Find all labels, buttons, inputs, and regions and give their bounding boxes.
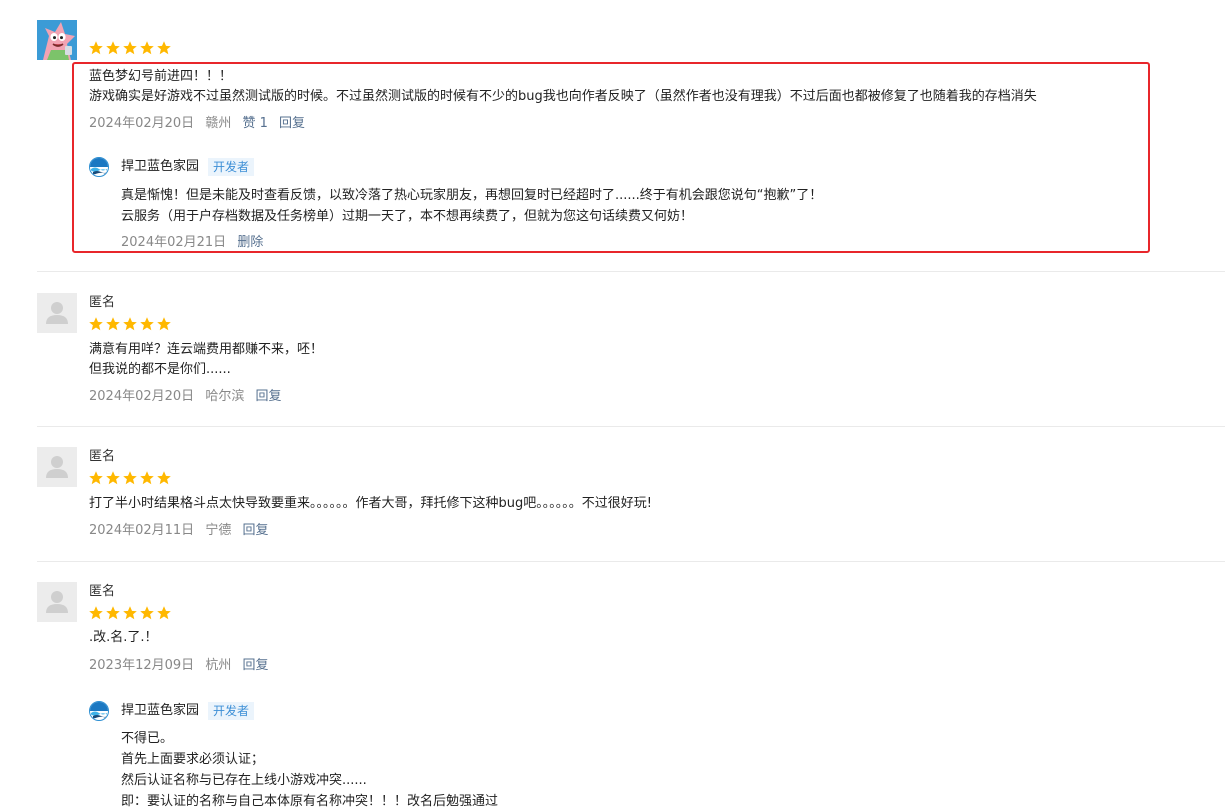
review-meta: 2024年02月20日 赣州 赞 1 回复 [89,115,312,133]
review-line: 蓝色梦幻号前进四！！！ [89,69,233,84]
star-icon [89,41,103,55]
developer-logo-icon [89,157,109,177]
review-line: 游戏确实是好游戏不过虽然测试版的时候。不过虽然测试版的时候有不少的bug我也向作… [89,89,1037,104]
review-date: 2024年02月20日 [89,116,195,131]
review-text: 蓝色梦幻号前进四！！！ 游戏确实是好游戏不过虽然测试版的时候。不过虽然测试版的时… [89,67,1037,107]
username: 匿名 [89,449,116,464]
like-button[interactable]: 赞 1 [242,116,267,131]
developer-badge: 开发者 [208,158,255,176]
patrick-star-avatar[interactable] [37,20,77,60]
star-icon [106,606,120,620]
review-line: 但我说的都不是你们...... [89,362,231,377]
star-icon [89,471,103,485]
star-icon [89,317,103,331]
rating-stars [88,605,172,621]
reply-button[interactable]: 回复 [242,523,268,538]
review-item: 匿名 满意有用咩？连云端费用都赚不来，呸！ 但我说的都不是你们...... 20… [37,293,1225,413]
developer-logo-icon [89,701,109,721]
reply-line: 不得已。 [121,731,174,746]
star-icon [123,41,137,55]
developer-name: 捍卫蓝色家园 [121,703,200,718]
review-line: 满意有用咩？连云端费用都赚不来，呸！ [89,342,324,357]
anonymous-avatar[interactable] [37,582,77,622]
review-line: 打了半小时结果格斗点太快导致要重来。。。。。。作者大哥，拜托修下这种bug吧。。… [89,496,652,511]
rating-stars [88,316,172,332]
star-icon [89,606,103,620]
anonymous-avatar[interactable] [37,293,77,333]
star-icon [106,317,120,331]
star-icon [106,41,120,55]
reply-line: 然后认证名称与已存在上线小游戏冲突...... [121,773,367,788]
review-date: 2023年12月09日 [89,658,195,673]
anonymous-avatar[interactable] [37,447,77,487]
reply-button[interactable]: 回复 [242,658,268,673]
rating-stars [88,40,172,56]
review-meta: 2024年02月20日 哈尔滨 回复 [89,388,288,406]
review-meta: 2023年12月09日 杭州 回复 [89,657,275,675]
divider [37,271,1225,272]
review-item: 匿名 打了半小时结果格斗点太快导致要重来。。。。。。作者大哥，拜托修下这种bug… [37,447,1225,547]
developer-reply-meta: 2024年02月21日 删除 [121,234,270,252]
review-date: 2024年02月11日 [89,523,195,538]
username: 匿名 [89,584,116,599]
review-text: 打了半小时结果格斗点太快导致要重来。。。。。。作者大哥，拜托修下这种bug吧。。… [89,494,652,514]
star-icon [157,317,171,331]
review-line: .改.名.了.！ [89,630,158,645]
review-text: .改.名.了.！ [89,628,158,648]
divider [37,426,1225,427]
review-date: 2024年02月20日 [89,389,195,404]
developer-name: 捍卫蓝色家园 [121,159,200,174]
delete-button[interactable]: 删除 [237,235,263,250]
reply-button[interactable]: 回复 [255,389,281,404]
reply-line: 云服务（用于户存档数据及任务榜单）过期一天了，本不想再续费了，但就为您这句话续费… [121,209,694,224]
star-icon [140,471,154,485]
reply-line: 真是惭愧！但是未能及时查看反馈，以致冷落了热心玩家朋友，再想回复时已经超时了..… [121,188,823,203]
star-icon [157,471,171,485]
developer-reply: 捍卫蓝色家园 开发者 不得已。 首先上面要求必须认证； 然后认证名称与已存在上线… [89,701,1149,809]
review-location: 宁德 [205,523,232,538]
review-location: 杭州 [205,658,232,673]
reply-line: 首先上面要求必须认证； [121,752,265,767]
reply-line: 即：要认证的名称与自己本体原有名称冲突！！！改名后勉强通过 [121,794,499,809]
review-meta: 2024年02月11日 宁德 回复 [89,522,275,540]
reply-button[interactable]: 回复 [279,116,305,131]
star-icon [140,317,154,331]
review-location: 赣州 [205,116,232,131]
username: 匿名 [89,295,116,310]
divider [37,561,1225,562]
review-location: 哈尔滨 [205,389,245,404]
star-icon [123,317,137,331]
rating-stars [88,470,172,486]
star-icon [123,471,137,485]
review-item: 匿名 .改.名.了.！ 2023年12月09日 杭州 回复 捍卫蓝色家园 开发者… [37,582,1225,809]
star-icon [140,606,154,620]
reply-date: 2024年02月21日 [121,235,227,250]
developer-reply-text: 不得已。 首先上面要求必须认证； 然后认证名称与已存在上线小游戏冲突......… [121,728,498,812]
star-icon [140,41,154,55]
developer-badge: 开发者 [208,702,255,720]
star-icon [106,471,120,485]
developer-reply: 捍卫蓝色家园 开发者 真是惭愧！但是未能及时查看反馈，以致冷落了热心玩家朋友，再… [89,157,1149,253]
star-icon [157,41,171,55]
review-item: 蓝色梦幻号前进四！！！ 游戏确实是好游戏不过虽然测试版的时候。不过虽然测试版的时… [37,20,1225,270]
developer-reply-text: 真是惭愧！但是未能及时查看反馈，以致冷落了热心玩家朋友，再想回复时已经超时了..… [121,185,822,227]
star-icon [123,606,137,620]
star-icon [157,606,171,620]
review-text: 满意有用咩？连云端费用都赚不来，呸！ 但我说的都不是你们...... [89,340,323,380]
